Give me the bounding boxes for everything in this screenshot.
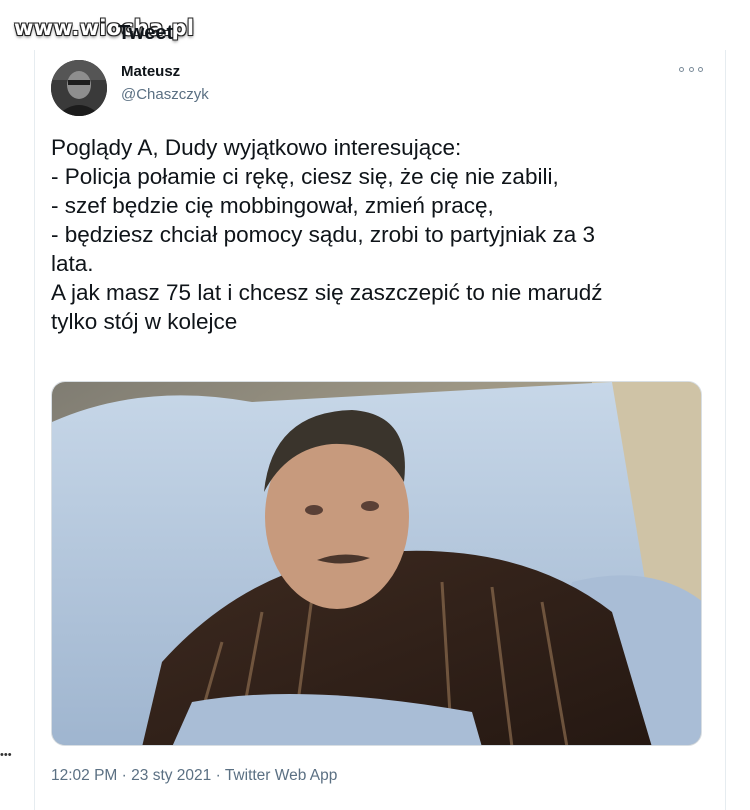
avatar[interactable] <box>51 60 107 116</box>
author-handle[interactable]: @Chaszczyk <box>121 86 209 103</box>
dot <box>688 66 694 72</box>
tweet-text: Poglądy A, Dudy wyjątkowo interesujące: … <box>51 133 711 336</box>
tweet-line: - będziesz chciał pomocy sądu, zrobi to … <box>51 222 596 247</box>
photo-illustration <box>52 382 701 745</box>
author-display-name[interactable]: Mateusz <box>121 63 180 80</box>
tweet-line: Poglądy A, Dudy wyjątkowo interesujące: <box>51 135 462 160</box>
tweet-source[interactable]: Twitter Web App <box>216 767 338 784</box>
more-options-icon[interactable] <box>679 62 703 76</box>
tweet-line: lata. <box>51 251 94 276</box>
tweet-line: - szef będzie cię mobbingował, zmień pra… <box>51 193 494 218</box>
tweet-line: - Policja połamie ci rękę, ciesz się, że… <box>51 164 559 189</box>
tweet-line: A jak masz 75 lat i chcesz się zaszczepi… <box>51 280 603 305</box>
dot <box>698 66 703 72</box>
page-header-title: Tweet <box>118 22 174 42</box>
tweet-date[interactable]: 23 sty 2021 <box>122 767 212 784</box>
tweet-time[interactable]: 12:02 PM <box>51 767 117 784</box>
tweet-metadata: 12:02 PM 23 sty 2021 Twitter Web App <box>51 767 337 785</box>
tweet-line: tylko stój w kolejce <box>51 309 238 334</box>
tweet-photo[interactable] <box>51 381 702 746</box>
dot <box>679 66 684 72</box>
sidebar-more-icon[interactable]: ••• <box>0 749 12 761</box>
